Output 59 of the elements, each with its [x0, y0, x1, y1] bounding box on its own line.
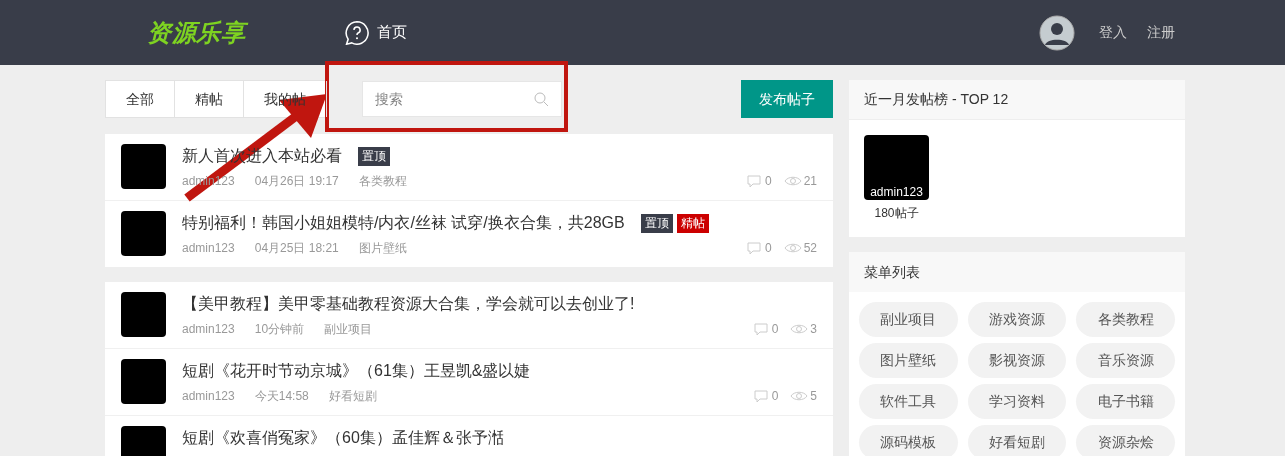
logo-avatar: [121, 144, 166, 189]
menu-item[interactable]: 源码模板: [859, 425, 958, 456]
eye-icon: [790, 390, 809, 402]
post-badge: 置顶: [358, 146, 390, 166]
logo-avatar: [121, 359, 166, 404]
view-count: 3: [810, 321, 817, 338]
register-link[interactable]: 注册: [1147, 22, 1175, 43]
post-badge: 精帖: [676, 213, 709, 233]
menu-item[interactable]: 音乐资源: [1076, 343, 1175, 378]
eye-icon: [783, 175, 802, 187]
menu-item[interactable]: 影视资源: [967, 343, 1067, 378]
filter-tab[interactable]: 全部: [106, 81, 175, 117]
comment-count: 0: [771, 388, 779, 405]
user-avatar[interactable]: admin123: [864, 135, 929, 200]
menu-item[interactable]: 软件工具: [859, 384, 958, 419]
post-title[interactable]: 短剧《欢喜俏冤家》（60集）孟佳辉＆张予湉: [182, 426, 504, 450]
comment-icon: [746, 241, 761, 255]
view-count: 21: [803, 173, 817, 190]
menu-item[interactable]: 资源杂烩: [1076, 425, 1175, 456]
comment-count: 0: [764, 240, 772, 257]
post-time: 10分钟前: [254, 321, 305, 338]
help-icon: [345, 20, 370, 45]
post-time: 今天14:58: [254, 388, 309, 405]
comment-icon: [746, 174, 761, 188]
post-title[interactable]: 【美甲教程】美甲零基础教程资源大合集，学会就可以去创业了!: [182, 292, 635, 316]
post-badge: 置顶: [640, 213, 673, 233]
search-input[interactable]: 搜索: [375, 88, 534, 110]
eye-icon: [783, 242, 802, 254]
logo-avatar: [121, 211, 166, 256]
view-count: 52: [803, 240, 817, 257]
menu-item[interactable]: 学习资料: [967, 384, 1067, 419]
search-icon: [534, 91, 549, 107]
login-link[interactable]: 登入: [1099, 22, 1127, 43]
nav-link[interactable]: 首页: [345, 20, 408, 45]
eye-icon: [790, 323, 809, 335]
post-time: 04月25日 18:21: [254, 240, 339, 257]
post-title[interactable]: 特别福利！韩国小姐姐模特/内衣/丝袜 试穿/换衣合集，共28GB: [182, 211, 625, 235]
post-title[interactable]: 短剧《花开时节动京城》（61集）王昱凯&盛以婕: [182, 359, 531, 383]
user-name: admin123: [870, 184, 923, 200]
comment-icon: [753, 322, 768, 336]
logo-avatar: [121, 292, 166, 337]
menu-item[interactable]: 好看短剧: [967, 425, 1067, 456]
filter-tab[interactable]: 精帖: [175, 81, 244, 117]
menu-item[interactable]: 游戏资源: [967, 302, 1067, 337]
view-count: 5: [810, 388, 817, 405]
card-title: 近一月发帖榜 - TOP 12: [864, 90, 1009, 109]
menu-item[interactable]: 副业项目: [859, 302, 958, 337]
post-time: 04月26日 19:17: [254, 173, 339, 190]
comment-icon: [753, 389, 768, 403]
comment-count: 0: [764, 173, 772, 190]
post-count: 180帖子: [874, 205, 919, 222]
menu-item[interactable]: 各类教程: [1076, 302, 1175, 337]
search-field[interactable]: 搜索: [362, 81, 562, 117]
user-avatar-icon[interactable]: [1039, 14, 1075, 51]
new-post-button[interactable]: 发布帖子: [741, 80, 833, 118]
comment-count: 0: [771, 321, 779, 338]
menu-item[interactable]: 电子书籍: [1076, 384, 1175, 419]
card-title: 菜单列表: [864, 262, 920, 282]
menu-item[interactable]: 图片壁纸: [859, 343, 958, 378]
